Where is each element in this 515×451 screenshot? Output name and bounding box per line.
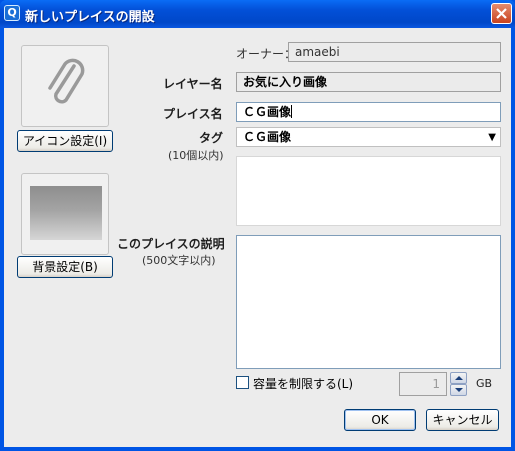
- icon-preview: [21, 45, 109, 127]
- capacity-decrement-button[interactable]: [450, 384, 467, 396]
- place-name-value: ＣＧ画像: [243, 105, 292, 119]
- dialog-window: Q 新しいプレイスの開設 アイコン設定(I) 背景設定(B) オーナー： ama…: [0, 0, 515, 451]
- place-name-label: プレイス名: [163, 107, 223, 121]
- dropdown-arrow-icon: ▼: [488, 132, 496, 143]
- paperclip-icon: [48, 58, 85, 104]
- app-icon: Q: [4, 5, 20, 21]
- owner-field: amaebi: [288, 42, 501, 62]
- background-swatch: [30, 186, 102, 240]
- cancel-button[interactable]: キャンセル: [426, 409, 499, 431]
- description-limit-note: (500文字以内): [142, 254, 216, 267]
- layer-name-field: お気に入り画像: [236, 72, 501, 92]
- background-preview: [21, 173, 109, 255]
- close-icon: [496, 8, 507, 19]
- capacity-input[interactable]: 1: [399, 372, 447, 396]
- tag-list-area[interactable]: [236, 156, 501, 226]
- tag-dropdown[interactable]: ＣＧ画像 ▼: [236, 127, 501, 147]
- dialog-body: アイコン設定(I) 背景設定(B) オーナー： amaebi レイヤー名 お気に…: [4, 28, 511, 447]
- tag-selected-value: ＣＧ画像: [243, 130, 292, 144]
- icon-settings-button[interactable]: アイコン設定(I): [17, 130, 113, 152]
- limit-capacity-checkbox[interactable]: [236, 376, 249, 389]
- window-title: 新しいプレイスの開設: [25, 10, 155, 25]
- owner-label: オーナー：: [236, 47, 297, 61]
- title-bar: Q 新しいプレイスの開設: [0, 0, 515, 28]
- description-textarea[interactable]: [236, 235, 501, 369]
- place-name-input[interactable]: ＣＧ画像: [236, 102, 501, 122]
- close-button[interactable]: [491, 3, 512, 24]
- tag-label: タグ: [199, 131, 224, 145]
- layer-name-label: レイヤー名: [163, 77, 223, 91]
- ok-button[interactable]: OK: [344, 409, 416, 431]
- capacity-increment-button[interactable]: [450, 372, 467, 384]
- limit-capacity-label[interactable]: 容量を制限する(L): [253, 375, 353, 392]
- text-caret: [291, 105, 293, 118]
- capacity-unit: GB: [476, 377, 493, 390]
- dialog-client-area: アイコン設定(I) 背景設定(B) オーナー： amaebi レイヤー名 お気に…: [4, 28, 511, 447]
- background-settings-button[interactable]: 背景設定(B): [17, 256, 113, 278]
- description-label: このプレイスの説明: [117, 237, 225, 251]
- tag-limit-note: (10個以内): [168, 149, 224, 162]
